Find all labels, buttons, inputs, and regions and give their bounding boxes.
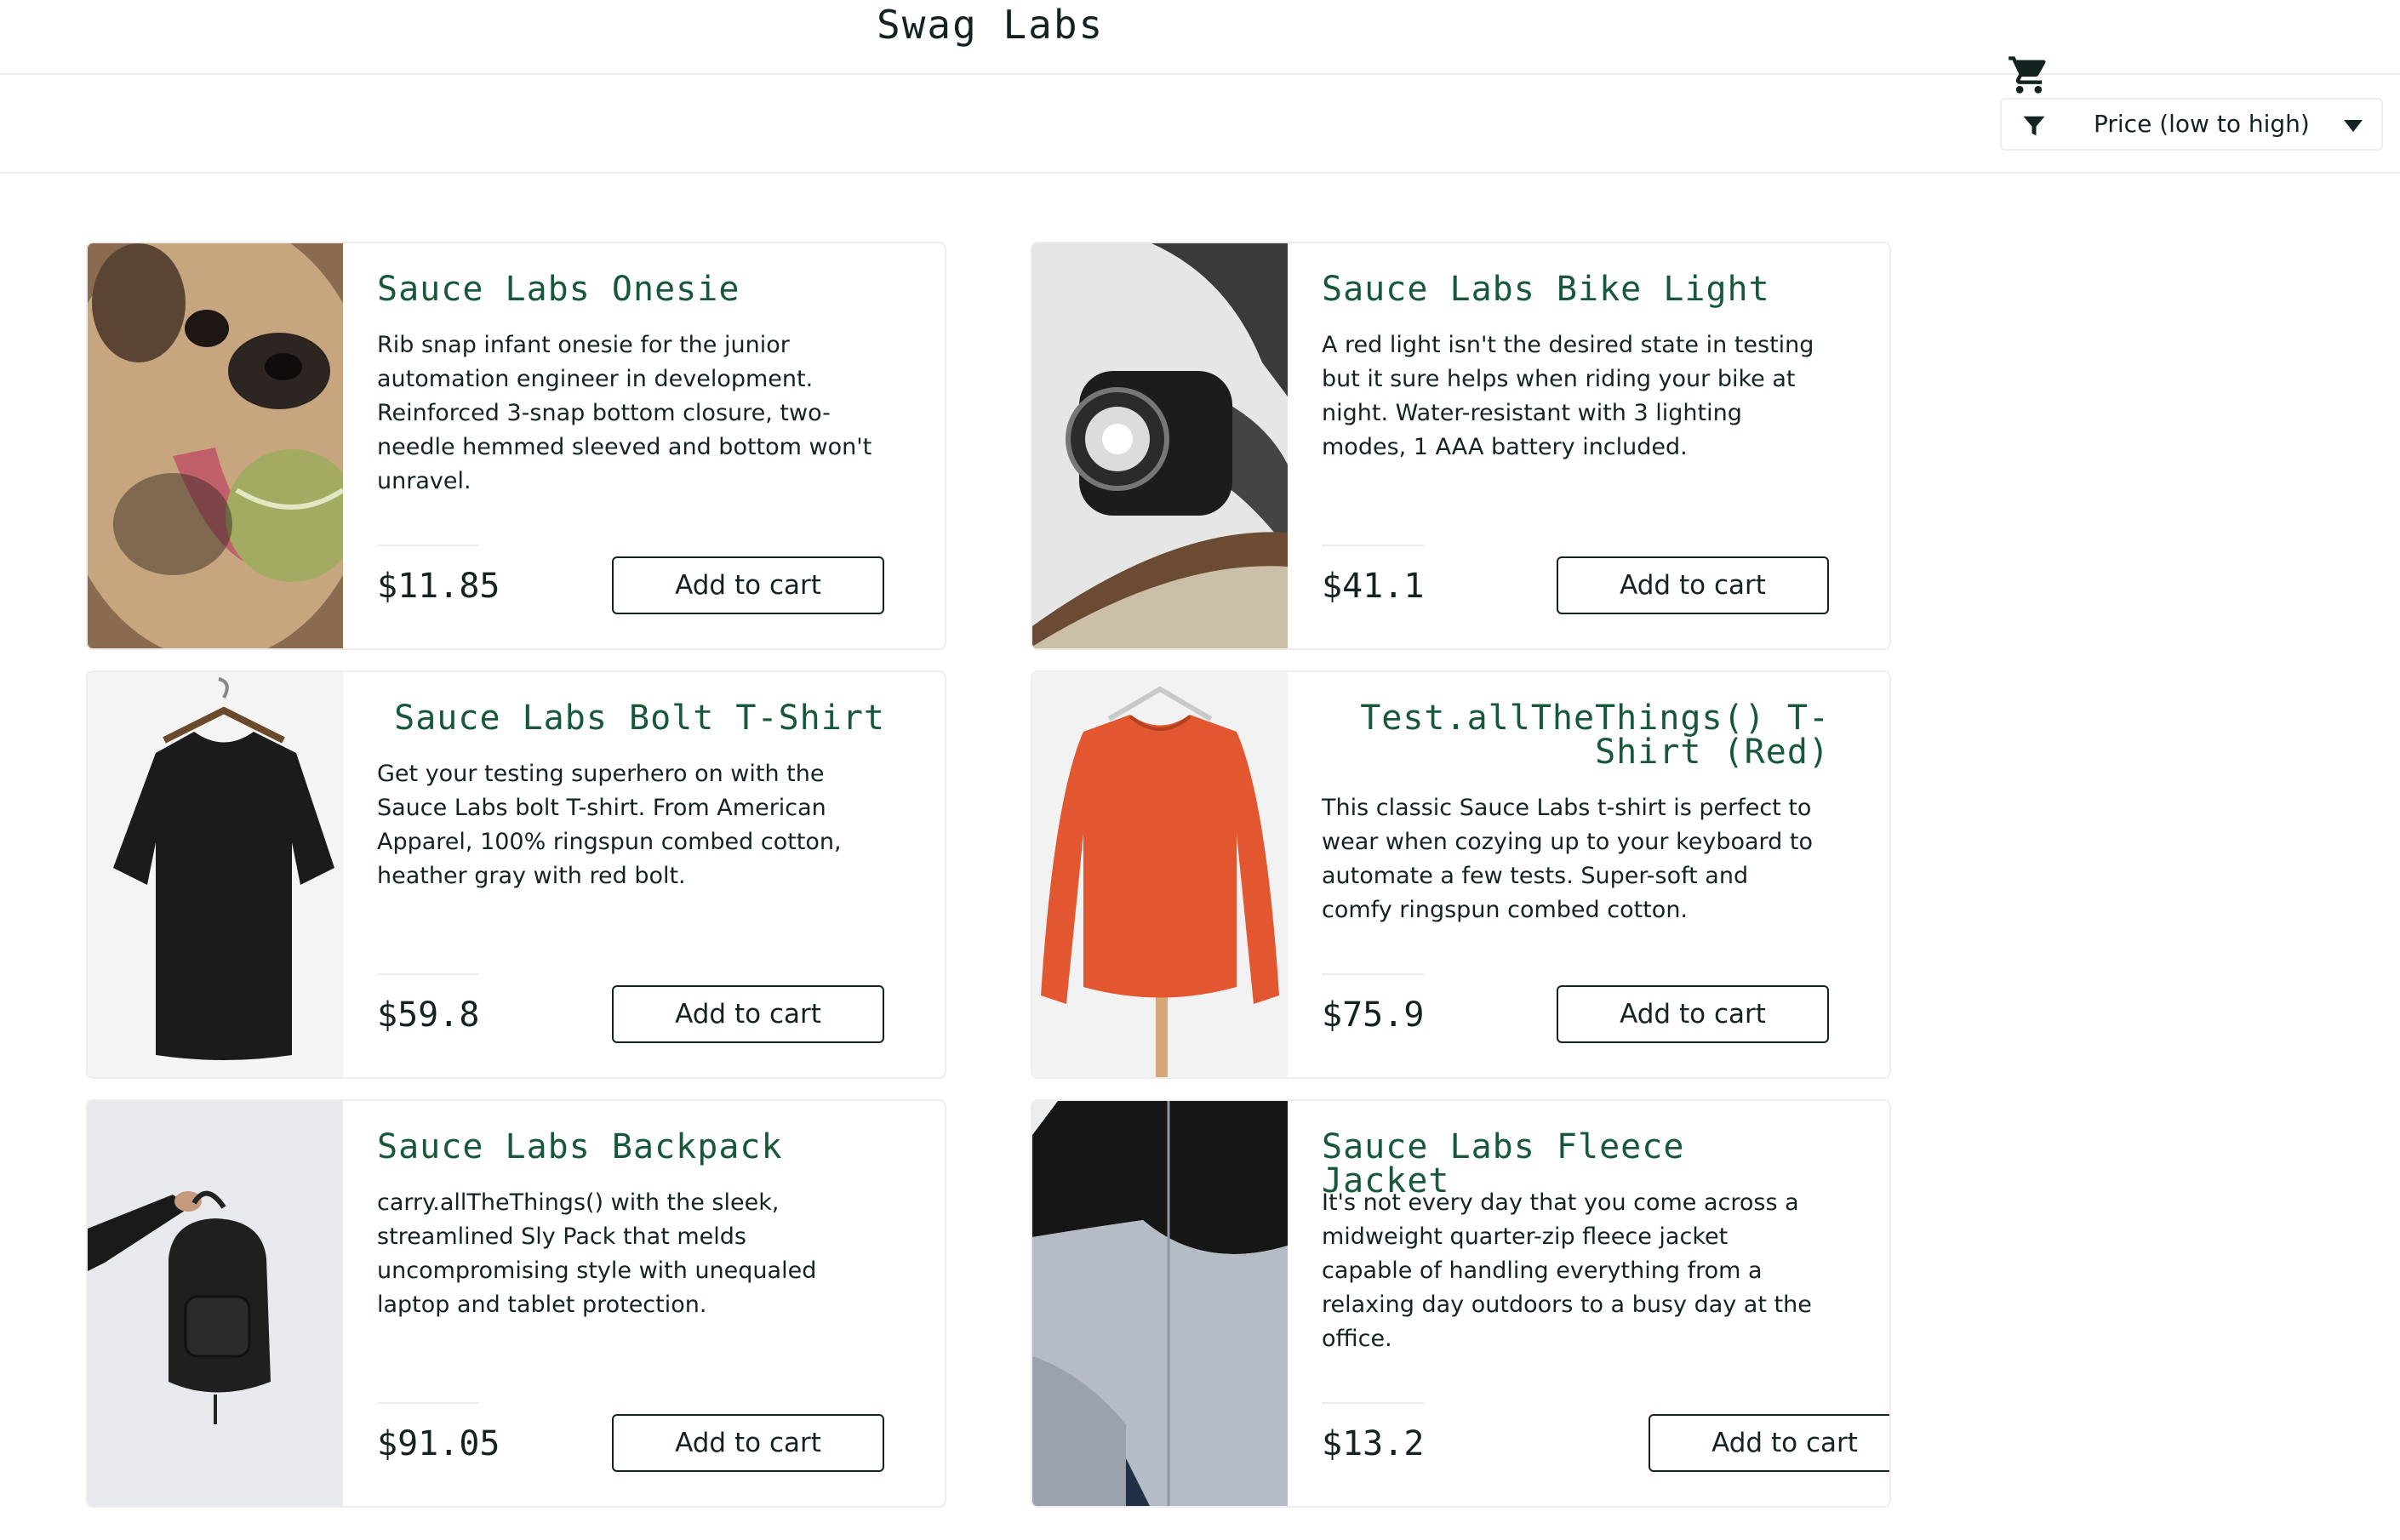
inventory-item: Sauce Labs Bike Light A red light isn't … <box>1031 242 1891 650</box>
product-description: Get your testing superhero on with the S… <box>377 761 842 889</box>
product-price: $59.8 <box>377 995 480 1035</box>
product-image-bike-light[interactable] <box>1032 243 1288 648</box>
product-description: Rib snap infant onesie for the junior au… <box>377 332 872 494</box>
product-name[interactable]: Sauce Labs Bolt T-Shirt <box>377 701 885 735</box>
add-to-cart-button[interactable]: Add to cart <box>1649 1414 1889 1472</box>
product-name[interactable]: Test.allTheThings() T-Shirt (Red) <box>1322 701 1830 769</box>
product-image-bolt-tshirt[interactable] <box>88 672 343 1077</box>
product-price: $75.9 <box>1322 995 1425 1035</box>
product-image-onesie[interactable] <box>88 243 343 648</box>
inventory-item: Sauce Labs Fleece Jacket It's not every … <box>1031 1099 1891 1508</box>
price-divider <box>1322 545 1424 546</box>
sort-selected-label: Price (low to high) <box>2094 110 2310 138</box>
product-description: A red light isn't the desired state in t… <box>1322 332 1814 460</box>
add-to-cart-button[interactable]: Add to cart <box>612 985 884 1043</box>
product-description: It's not every day that you come across … <box>1322 1189 1812 1352</box>
product-name[interactable]: Sauce Labs Onesie <box>377 272 885 306</box>
price-divider <box>1322 1402 1424 1404</box>
price-divider <box>377 973 479 975</box>
product-description: carry.allTheThings() with the sleek, str… <box>377 1189 817 1318</box>
inventory-item: Sauce Labs Onesie Rib snap infant onesie… <box>86 242 946 650</box>
product-name[interactable]: Sauce Labs Bike Light <box>1322 272 1830 306</box>
product-image-backpack[interactable] <box>88 1101 343 1506</box>
product-image-red-tshirt[interactable] <box>1032 672 1288 1077</box>
chevron-down-icon <box>2344 120 2363 132</box>
inventory-item: Sauce Labs Backpack carry.allTheThings()… <box>86 1099 946 1508</box>
filter-icon <box>2023 116 2045 136</box>
add-to-cart-button[interactable]: Add to cart <box>612 1414 884 1472</box>
app-logo: Swag Labs <box>877 2 1105 48</box>
price-divider <box>377 1402 479 1404</box>
price-divider <box>1322 973 1424 975</box>
product-name[interactable]: Sauce Labs Backpack <box>377 1130 885 1164</box>
inventory-item: Sauce Labs Bolt T-Shirt Get your testing… <box>86 670 946 1079</box>
sort-dropdown[interactable]: Price (low to high) <box>2000 98 2383 151</box>
add-to-cart-button[interactable]: Add to cart <box>1557 985 1829 1043</box>
product-description: This classic Sauce Labs t-shirt is perfe… <box>1322 795 1814 923</box>
add-to-cart-button[interactable]: Add to cart <box>1557 556 1829 614</box>
price-divider <box>377 545 479 546</box>
product-price: $41.1 <box>1322 567 1425 606</box>
product-price: $13.2 <box>1322 1424 1425 1463</box>
product-price: $11.85 <box>377 567 500 606</box>
product-price: $91.05 <box>377 1424 500 1463</box>
add-to-cart-button[interactable]: Add to cart <box>612 556 884 614</box>
inventory-item: Test.allTheThings() T-Shirt (Red) This c… <box>1031 670 1891 1079</box>
product-image-fleece-jacket[interactable] <box>1032 1101 1288 1506</box>
